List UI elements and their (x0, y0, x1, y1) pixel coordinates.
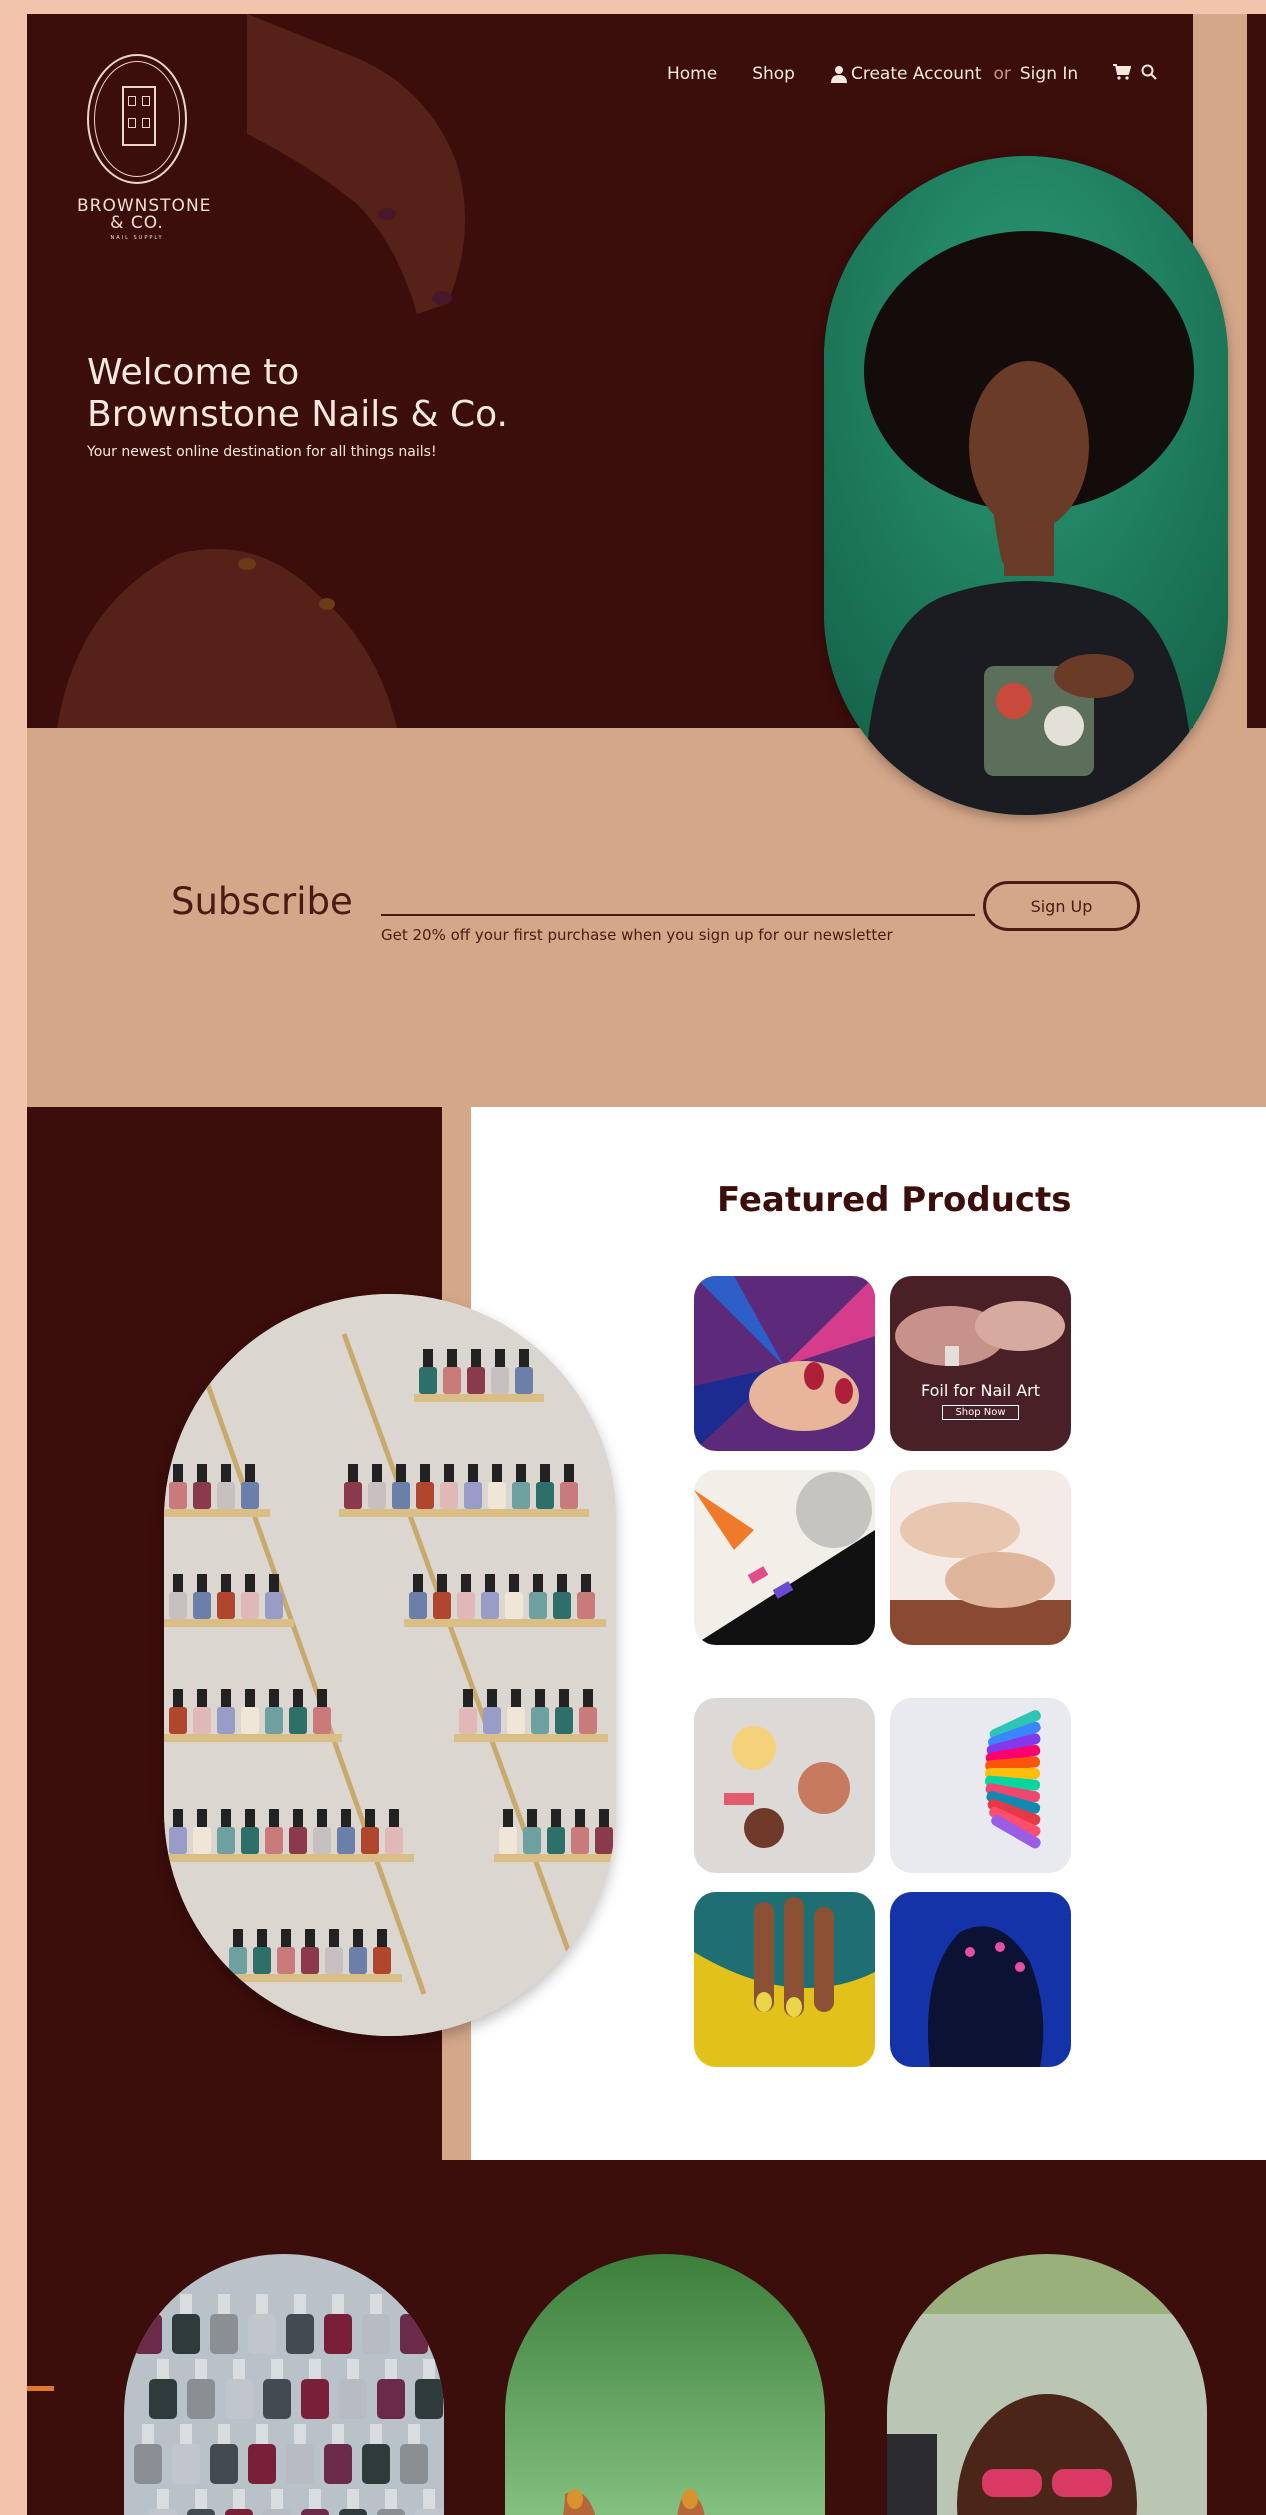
hero-edge-strip (1247, 14, 1266, 728)
product-tile-sparkle-nails[interactable] (694, 1276, 875, 1451)
product-tile-neon-hands[interactable] (890, 1892, 1071, 2067)
subscribe-email-input[interactable] (381, 914, 975, 916)
logo-name: BROWNSTONE & CO. (77, 196, 212, 233)
hero-tagline: Your newest online destination for all t… (87, 444, 437, 460)
subscribe-note: Get 20% off your first purchase when you… (381, 926, 893, 944)
user-icon (830, 66, 847, 83)
hero-model-photo (824, 156, 1228, 815)
search-icon[interactable] (1141, 64, 1157, 84)
product-tile-nail-station[interactable] (694, 1698, 875, 1873)
hero-title: Welcome to Brownstone Nails & Co. (87, 352, 508, 435)
logo-emblem (87, 54, 187, 184)
main-nav: Home Shop Create Account or Sign In (667, 64, 1157, 84)
product-tile-manicure-hands[interactable] (890, 1470, 1071, 1645)
polish-shelf-photo (164, 1294, 616, 2036)
shop-now-button[interactable]: Shop Now (942, 1405, 1019, 1420)
product-tile-gold-nails[interactable] (694, 1892, 875, 2067)
cart-icon[interactable] (1113, 64, 1132, 84)
product-tile-nail-tools[interactable] (694, 1470, 875, 1645)
foil-title: Foil for Nail Art (920, 1381, 1041, 1400)
product-tile-color-swatches[interactable] (890, 1698, 1071, 1873)
building-icon (122, 86, 156, 146)
nav-shop[interactable]: Shop (752, 64, 795, 84)
logo-subtitle: NAIL SUPPLY (110, 235, 164, 241)
brand-logo[interactable]: BROWNSTONE & CO. NAIL SUPPLY (77, 54, 212, 241)
sign-in-link[interactable]: Sign In (1020, 64, 1078, 84)
orange-marker (27, 2386, 54, 2391)
create-account-link[interactable]: Create Account (830, 64, 982, 84)
nav-home[interactable]: Home (667, 64, 717, 84)
sign-up-button[interactable]: Sign Up (983, 881, 1140, 931)
create-account-label: Create Account (850, 64, 982, 84)
foil-overlay: Foil for Nail Art Shop Now (890, 1381, 1071, 1420)
decorative-hand-top (247, 14, 465, 314)
page: BROWNSTONE & CO. NAIL SUPPLY Home Shop C… (27, 14, 1266, 2515)
featured-products-title: Featured Products (717, 1180, 1072, 1220)
product-tile-foil-nail-art[interactable]: Foil for Nail Art Shop Now (890, 1276, 1071, 1451)
nav-or: or (993, 64, 1011, 84)
decorative-hand-bottom (57, 549, 397, 728)
subscribe-title: Subscribe (171, 880, 353, 923)
